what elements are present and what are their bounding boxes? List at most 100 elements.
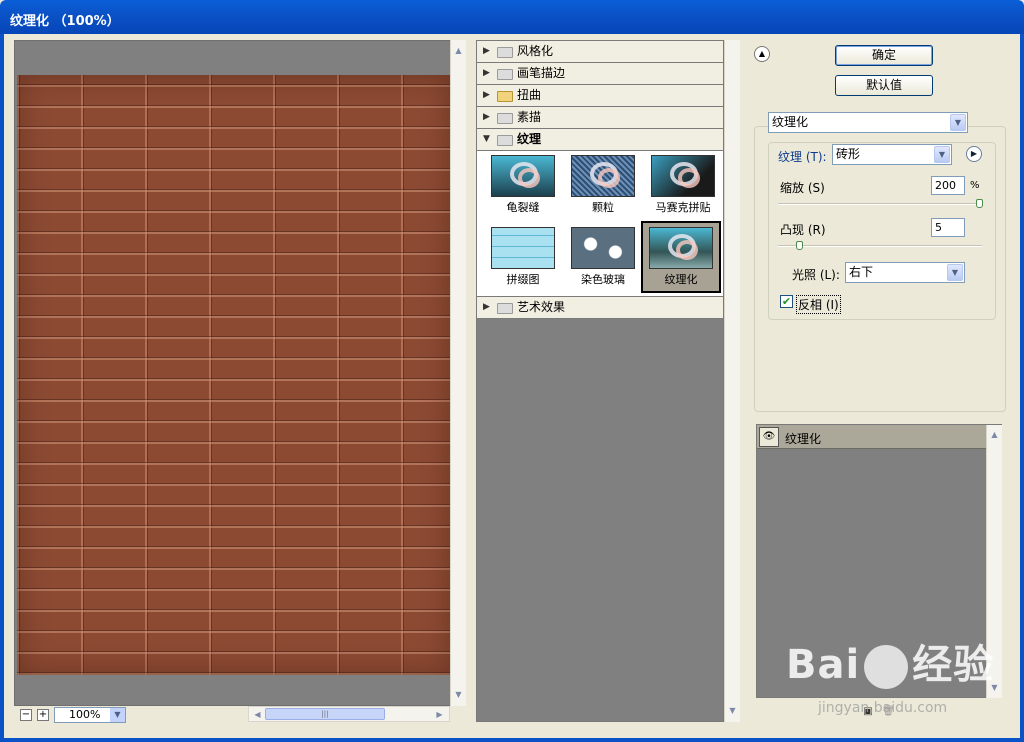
zoom-select[interactable]: 100% ▼	[54, 707, 126, 723]
folder-icon	[497, 47, 513, 58]
scale-slider-knob[interactable]	[976, 199, 983, 208]
filter-preview-image	[571, 227, 635, 269]
category-label: 艺术效果	[517, 300, 566, 314]
light-select-value: 右下	[849, 265, 874, 279]
window-frame-right	[1020, 34, 1024, 742]
filter-preview-image	[651, 155, 715, 197]
zoom-value: 100%	[69, 708, 101, 721]
filter-thumb-label: 染色玻璃	[581, 273, 625, 286]
folder-icon	[497, 303, 513, 314]
folder-icon	[497, 69, 513, 80]
light-label: 光照 (L):	[792, 268, 840, 282]
watermark-url: jingyan.baidu.com	[818, 700, 948, 716]
chevron-down-icon: ▼	[934, 146, 950, 163]
window-frame-left	[0, 34, 4, 742]
filter-thumb-label: 龟裂缝	[506, 201, 540, 214]
expand-arrow-icon: ▶	[483, 302, 490, 312]
brick-texture-preview	[17, 75, 451, 675]
zoom-out-button[interactable]: −	[20, 709, 32, 721]
scroll-up-icon[interactable]: ▲	[988, 428, 1001, 441]
zoom-in-button[interactable]: +	[37, 709, 49, 721]
light-select[interactable]: 右下 ▼	[845, 262, 965, 283]
invert-checkbox[interactable]: ✔	[780, 295, 793, 308]
relief-slider[interactable]	[778, 241, 982, 250]
filter-thumb[interactable]: 马赛克拼贴	[643, 151, 723, 223]
preview-canvas[interactable]	[14, 40, 466, 706]
category-label: 素描	[517, 110, 542, 124]
collapse-gallery-icon[interactable]: ▲	[754, 46, 770, 62]
texture-label: 纹理 (T):	[778, 150, 827, 164]
texture-select-value: 砖形	[836, 147, 861, 161]
chevron-down-icon: ▼	[110, 708, 125, 722]
texture-thumbnails: 龟裂缝 颗粒 马赛克拼贴 拼缀图 染色玻璃 纹理化	[477, 151, 723, 297]
window-title: 纹理化 （100%）	[10, 14, 120, 29]
filter-category[interactable]: ▶ 艺术效果	[477, 297, 723, 319]
filter-select[interactable]: 纹理化 ▼	[768, 112, 968, 133]
filter-category[interactable]: ▶ 画笔描边	[477, 63, 723, 85]
relief-label: 凸现 (R)	[780, 223, 826, 237]
filter-thumb-label: 拼缀图	[506, 273, 540, 286]
filter-thumb-label: 纹理化	[664, 273, 698, 286]
filter-category[interactable]: ▶ 扭曲	[477, 85, 723, 107]
category-label: 纹理	[517, 132, 542, 146]
filter-preview-image	[491, 155, 555, 197]
collapse-arrow-icon: ▼	[483, 134, 490, 144]
effect-layer-row[interactable]: 👁 纹理化	[757, 425, 987, 449]
folder-icon	[497, 135, 513, 146]
scale-slider[interactable]	[778, 199, 983, 208]
chevron-down-icon: ▼	[950, 114, 966, 131]
filter-thumb-selected[interactable]: 纹理化	[641, 221, 721, 293]
scale-label: 缩放 (S)	[780, 181, 825, 195]
eye-icon[interactable]: 👁	[759, 427, 779, 447]
filter-category[interactable]: ▶ 风格化	[477, 41, 723, 63]
scroll-right-icon[interactable]: ▶	[433, 708, 446, 721]
filter-preview-image	[649, 227, 713, 269]
relief-slider-knob[interactable]	[796, 241, 803, 250]
filter-category-expanded[interactable]: ▼ 纹理	[477, 129, 723, 151]
window-frame-bottom	[0, 738, 1024, 742]
default-button[interactable]: 默认值	[835, 75, 933, 96]
filter-preview-image	[491, 227, 555, 269]
relief-input[interactable]: 5	[931, 218, 965, 237]
filter-thumb[interactable]: 颗粒	[563, 151, 643, 223]
filter-thumb-label: 颗粒	[592, 201, 614, 214]
chevron-down-icon: ▼	[947, 264, 963, 281]
preview-vertical-scrollbar[interactable]: ▲ ▼	[450, 40, 466, 706]
baidu-watermark-logo: Bai 经验	[786, 632, 994, 690]
expand-arrow-icon: ▶	[483, 112, 490, 122]
texture-select[interactable]: 砖形 ▼	[832, 144, 952, 165]
folder-icon	[497, 113, 513, 124]
load-texture-arrow-icon[interactable]: ▶	[966, 146, 982, 162]
preview-horizontal-scrollbar[interactable]: ◀ ||| ▶	[248, 706, 450, 722]
invert-label[interactable]: 反相 (I)	[796, 295, 841, 314]
scroll-down-icon[interactable]: ▼	[452, 688, 465, 701]
filter-category[interactable]: ▶ 素描	[477, 107, 723, 129]
filter-select-value: 纹理化	[772, 115, 809, 129]
ok-button[interactable]: 确定	[835, 45, 933, 66]
scroll-left-icon[interactable]: ◀	[251, 708, 264, 721]
filter-gallery-list: ▶ 风格化 ▶ 画笔描边 ▶ 扭曲 ▶ 素描 ▼ 纹理 龟裂缝 颗粒 马赛克拼贴	[476, 40, 724, 722]
filter-thumb-label: 马赛克拼贴	[655, 201, 711, 214]
category-label: 风格化	[517, 44, 554, 58]
expand-arrow-icon: ▶	[483, 46, 490, 56]
filter-preview-image	[571, 155, 635, 197]
watermark-brand2: 经验	[912, 642, 995, 688]
window-title-bar[interactable]: 纹理化 （100%）	[0, 0, 1024, 34]
scroll-up-icon[interactable]: ▲	[452, 44, 465, 57]
filter-list-scrollbar[interactable]: ▼	[724, 40, 740, 722]
expand-arrow-icon: ▶	[483, 90, 490, 100]
category-label: 画笔描边	[517, 66, 566, 80]
scale-unit: %	[970, 180, 980, 191]
category-label: 扭曲	[517, 88, 542, 102]
filter-thumb[interactable]: 拼缀图	[483, 223, 563, 295]
effect-layer-name: 纹理化	[785, 432, 822, 446]
filter-thumb[interactable]: 染色玻璃	[563, 223, 643, 295]
paw-icon	[864, 645, 909, 689]
scale-input[interactable]: 200	[931, 176, 965, 195]
expand-arrow-icon: ▶	[483, 68, 490, 78]
filter-thumb[interactable]: 龟裂缝	[483, 151, 563, 223]
folder-icon	[497, 91, 513, 102]
watermark-brand: Bai	[786, 642, 861, 688]
scroll-down-icon[interactable]: ▼	[726, 704, 739, 717]
scroll-thumb[interactable]: |||	[265, 708, 385, 720]
